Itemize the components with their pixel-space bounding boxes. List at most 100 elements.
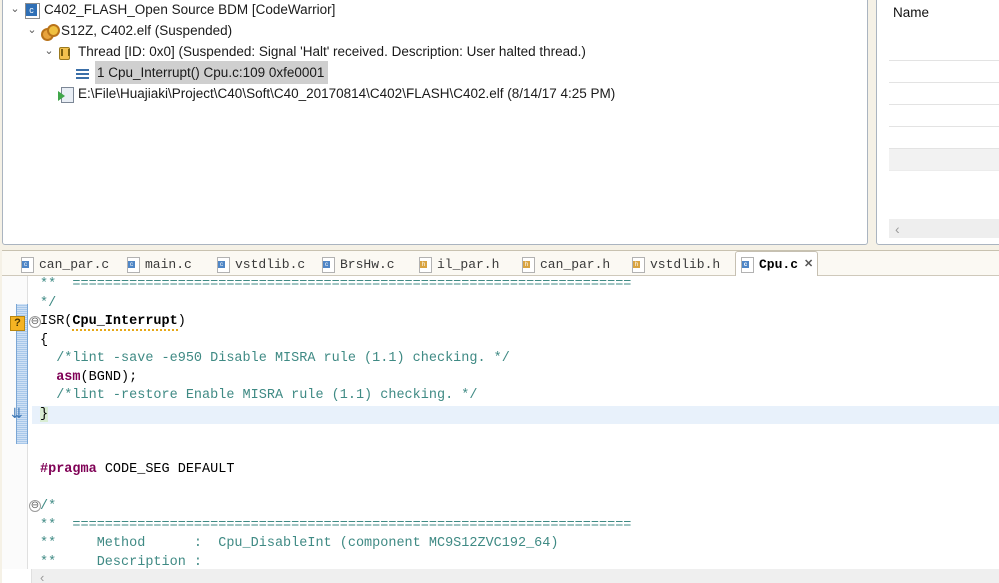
code-line[interactable]: ** =====================================… (32, 276, 999, 295)
debug-tree-row[interactable]: E:\File\Huajiaki\Project\C40\Soft\C40_20… (3, 83, 867, 104)
debug-view: ⌄ C402_FLASH_Open Source BDM [CodeWarrior… (2, 0, 868, 245)
chevron-down-icon[interactable]: ⌄ (24, 20, 40, 41)
editor-tab-label: main.c (145, 256, 192, 272)
editor-tab-can_par-c[interactable]: can_par.c (16, 252, 113, 276)
variables-column-header-name: Name (893, 5, 930, 20)
code-comment: ** Description : (40, 554, 203, 570)
code-comment: /*lint -save -e950 Disable MISRA rule (1… (40, 351, 510, 366)
file-c-icon (321, 256, 335, 273)
code-line[interactable]: #pragma CODE_SEG DEFAULT (32, 461, 999, 480)
variables-row[interactable] (889, 39, 999, 61)
chevron-left-icon[interactable]: ‹ (889, 222, 900, 236)
editor-tab-label: can_par.h (540, 256, 611, 272)
editor-tab-label: can_par.c (39, 256, 110, 272)
debug-tree-row[interactable]: ⌄ S12Z, C402.elf (Suspended) (3, 20, 867, 41)
variables-row[interactable] (889, 127, 999, 149)
editor-marker-gutter[interactable]: ? ⇊ (2, 276, 28, 583)
debug-tree-row-label: S12Z, C402.elf (Suspended) (61, 23, 233, 38)
variables-row[interactable] (889, 149, 999, 171)
editor-tab-vstdlib-h[interactable]: vstdlib.h (627, 252, 724, 276)
editor-horizontal-scrollbar[interactable]: ‹ (32, 569, 999, 583)
variables-row[interactable] (889, 83, 999, 105)
code-line[interactable]: asm(BGND); (32, 369, 999, 388)
variables-rows (877, 39, 999, 171)
debug-tree-row-label: 1 Cpu_Interrupt() Cpu.c:109 0xfe0001 (95, 61, 329, 84)
code-line[interactable] (32, 424, 999, 443)
code-directive-args: CODE_SEG DEFAULT (96, 462, 235, 477)
file-c-icon (216, 256, 230, 273)
file-c-icon (740, 256, 754, 273)
code-comment: /*lint -restore Enable MISRA rule (1.1) … (40, 388, 478, 403)
editor-tab-BrsHw-c[interactable]: BrsHw.c (317, 252, 399, 276)
chevron-down-icon[interactable]: ⌄ (7, 0, 23, 20)
warning-marker-icon[interactable]: ? (10, 316, 25, 331)
code-keyword-asm: asm (56, 369, 81, 385)
editor-code-area[interactable]: ? ⇊ ⊖ ⊖ ** =============================… (2, 276, 999, 583)
file-c-icon (20, 256, 34, 273)
editor-gutter-footer (2, 569, 32, 583)
code-line[interactable] (32, 443, 999, 462)
code-isr-macro: ISR( (40, 314, 73, 329)
source-editor: can_par.c main.c vstdlib.c BrsHw.c il_par.h c… (2, 250, 999, 583)
close-icon[interactable]: ✕ (804, 257, 813, 271)
variables-row[interactable] (889, 105, 999, 127)
code-line[interactable]: /*lint -save -e950 Disable MISRA rule (1… (32, 350, 999, 369)
editor-tab-label: vstdlib.h (650, 256, 721, 272)
code-line[interactable]: /* (32, 498, 999, 517)
debug-tree-row-label: Thread [ID: 0x0] (Suspended: Signal 'Hal… (78, 44, 586, 59)
editor-tab-label: vstdlib.c (235, 256, 306, 272)
executable-icon (57, 86, 75, 103)
editor-tab-il_par-h[interactable]: il_par.h (414, 252, 503, 276)
code-line[interactable]: ** Method : Cpu_DisableInt (component MC… (32, 535, 999, 554)
code-comment: */ (40, 295, 57, 311)
debug-tree-row[interactable]: 1 Cpu_Interrupt() Cpu.c:109 0xfe0001 (3, 61, 867, 84)
debug-current-instruction-icon: ⇊ (11, 405, 23, 421)
code-comment: ** Method : Cpu_DisableInt (component MC… (40, 536, 559, 551)
launch-config-icon (23, 2, 41, 19)
code-matching-brace: } (40, 406, 49, 422)
debug-tree[interactable]: ⌄ C402_FLASH_Open Source BDM [CodeWarrior… (3, 0, 867, 104)
editor-tab-main-c[interactable]: main.c (122, 252, 196, 276)
code-plain: { (40, 332, 49, 348)
editor-tab-can_par-h[interactable]: can_par.h (517, 252, 614, 276)
code-line[interactable]: ** =====================================… (32, 517, 999, 536)
editor-tab-bar[interactable]: can_par.c main.c vstdlib.c BrsHw.c il_par.h c… (2, 251, 999, 277)
editor-tab-label: BrsHw.c (340, 256, 395, 272)
code-line[interactable]: { (32, 332, 999, 351)
debug-tree-row[interactable]: ⌄ C402_FLASH_Open Source BDM [CodeWarrior… (3, 0, 867, 20)
debug-tree-row[interactable]: ⌄ Thread [ID: 0x0] (Suspended: Signal 'Ha… (3, 41, 867, 62)
code-line[interactable]: */ (32, 295, 999, 314)
editor-tab-Cpu-c[interactable]: Cpu.c ✕ (735, 251, 819, 277)
source-code-text[interactable]: ** =====================================… (32, 276, 999, 583)
thread-icon (57, 44, 75, 60)
debug-tree-row-label: E:\File\Huajiaki\Project\C40\Soft\C40_20… (78, 86, 616, 101)
code-comment: ** =====================================… (40, 277, 632, 292)
workbench-window: ⌄ C402_FLASH_Open Source BDM [CodeWarrior… (0, 0, 999, 583)
code-line[interactable] (32, 480, 999, 499)
file-h-icon (418, 256, 432, 273)
code-asm-args: (BGND); (80, 369, 138, 385)
variables-row[interactable] (889, 61, 999, 83)
editor-tab-vstdlib-c[interactable]: vstdlib.c (212, 252, 309, 276)
stack-frame-icon (74, 65, 92, 81)
file-h-icon (631, 256, 645, 273)
code-line[interactable]: } (32, 405, 999, 424)
code-isr-name: Cpu_Interrupt (72, 314, 178, 331)
file-h-icon (521, 256, 535, 273)
code-line[interactable]: ISR(Cpu_Interrupt) (32, 313, 999, 332)
code-comment: ** =====================================… (40, 517, 632, 533)
code-directive-pragma: #pragma (40, 462, 97, 477)
code-isr-paren: ) (177, 314, 186, 329)
file-c-icon (126, 256, 140, 273)
code-line[interactable]: /*lint -restore Enable MISRA rule (1.1) … (32, 387, 999, 406)
debug-target-gears-icon (40, 23, 60, 41)
chevron-down-icon[interactable]: ⌄ (41, 41, 57, 62)
variables-horizontal-scrollbar[interactable]: ‹ (889, 219, 999, 238)
editor-tab-label: Cpu.c (759, 256, 799, 272)
code-comment: /* (40, 499, 57, 514)
editor-tab-label: il_par.h (437, 256, 500, 272)
chevron-left-icon[interactable]: ‹ (32, 571, 44, 583)
variables-view: Name ‹ (876, 0, 999, 245)
debug-tree-row-label: C402_FLASH_Open Source BDM [CodeWarrior] (44, 2, 336, 17)
